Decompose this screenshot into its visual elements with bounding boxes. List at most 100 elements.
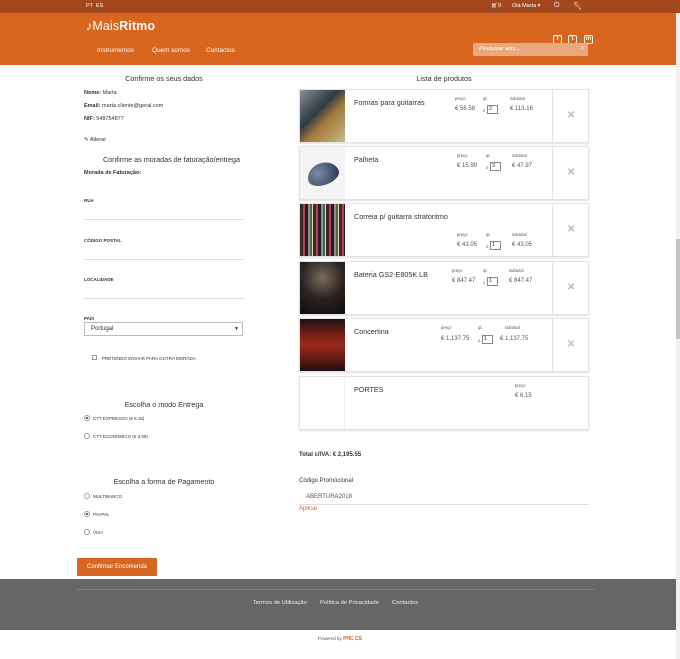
payment-paypal-radio[interactable]: [84, 511, 90, 517]
phc-logo[interactable]: PHC CS: [343, 636, 362, 642]
remove-icon[interactable]: ✕: [567, 282, 575, 293]
name-value: Marta: [102, 90, 117, 96]
scrollbar-track[interactable]: [676, 13, 680, 659]
contacts-link[interactable]: Contactos: [392, 600, 418, 606]
qty-input[interactable]: 1: [482, 335, 493, 344]
product-name[interactable]: Palheta: [354, 155, 378, 164]
remove-icon[interactable]: ✕: [567, 167, 575, 178]
email-label: Email:: [84, 103, 101, 109]
qty-input[interactable]: 1: [487, 277, 498, 286]
codigo-postal-label: CÓDIGO POSTAL: [84, 238, 122, 243]
product-image[interactable]: [300, 90, 345, 142]
remove-icon[interactable]: ✕: [567, 339, 575, 350]
product-card: Palheta preço qt. subtotal € 15.99 x 3 €…: [299, 146, 589, 200]
codigo-postal-input[interactable]: [84, 259, 244, 260]
shipping-price-header: preço: [515, 383, 526, 388]
qty-input[interactable]: 2: [487, 105, 498, 114]
order-total: Total c/IVA: € 2,195.55: [299, 452, 362, 458]
logo[interactable]: ♪MaisRitmo: [86, 19, 155, 33]
country-value: Portugal: [91, 326, 114, 332]
product-image[interactable]: [300, 262, 345, 314]
other-address-checkbox[interactable]: [92, 355, 97, 360]
product-name[interactable]: Concertina: [354, 327, 389, 336]
delivery-economico-label: CTT ECONÓMICO (€ 3.08): [93, 434, 148, 439]
product-image[interactable]: [300, 204, 345, 256]
lang-es-link[interactable]: ES: [96, 3, 103, 9]
product-name[interactable]: Formas para guitarras: [354, 98, 425, 107]
scrollbar-thumb[interactable]: [676, 239, 680, 339]
promo-input[interactable]: ABERTURA2018: [299, 489, 589, 505]
qty-header: qt.: [478, 325, 483, 330]
nav-quem-somos[interactable]: Quem somos: [152, 47, 190, 54]
payment-visa-label: VISA: [93, 530, 104, 535]
subtotal-header: subtotal: [512, 153, 527, 158]
product-price: € 56.58: [455, 106, 476, 112]
qty-header: qt.: [486, 153, 491, 158]
footer: Termos de Utilização Política de Privaci…: [0, 579, 680, 630]
other-address-label: PRETENDO ENVIAR PARA OUTRA MORADA: [102, 356, 196, 361]
product-image[interactable]: [300, 319, 345, 371]
name-row: Nome: Marta: [84, 90, 117, 96]
delivery-economico-radio[interactable]: [84, 433, 90, 439]
remove-icon[interactable]: ✕: [567, 110, 575, 121]
nav-instrumentos[interactable]: Instrumentos: [97, 47, 134, 54]
search-icon[interactable]: ⌕: [581, 45, 584, 52]
edit-icon: ✎: [84, 137, 89, 143]
product-card: Correia p/ guitarra stratoritmo preço qt…: [299, 203, 589, 257]
promo-label: Código Promocional: [299, 478, 354, 484]
subtotal-header: subtotal: [505, 325, 520, 330]
search-placeholder: Pesquisar aqui...: [479, 46, 520, 52]
payment-visa-radio[interactable]: [84, 529, 90, 535]
country-select[interactable]: Portugal ▼: [84, 322, 243, 336]
qty-input[interactable]: 1: [490, 241, 501, 250]
localidade-label: LOCALIDADE: [84, 277, 114, 282]
promo-value: ABERTURA2018: [306, 494, 352, 500]
confirm-order-button[interactable]: Confirmar Encomenda: [77, 558, 157, 576]
wrench-icon[interactable]: 🔧︎: [573, 2, 582, 10]
product-name[interactable]: Bateria GS2-E805K LB: [354, 270, 428, 279]
price-header: preço: [441, 325, 452, 330]
privacy-link[interactable]: Política de Privacidade: [320, 600, 379, 606]
product-list-title: Lista de produtos: [416, 74, 472, 83]
powered-by: Powered by PHC CS: [0, 636, 680, 642]
nif-value: 548754877: [96, 116, 124, 122]
apply-promo-link[interactable]: Aplicar: [299, 506, 317, 512]
payment-paypal-label: PAYPAL: [93, 512, 110, 517]
localidade-input[interactable]: [84, 298, 244, 299]
logo-prefix: Mais: [92, 19, 120, 33]
delivery-title: Escolha o modo Entrega: [124, 400, 204, 409]
payment-multibanco-radio[interactable]: [84, 493, 90, 499]
delivery-express-label: CTT EXPRESSO (€ 6.15): [93, 416, 145, 421]
user-menu[interactable]: Olá Marta ▾: [512, 3, 540, 9]
email-row: Email: marta.cliente@geral.com: [84, 103, 163, 109]
footer-divider: [77, 589, 594, 590]
alter-label: Alterar: [89, 137, 107, 143]
delivery-express-radio[interactable]: [84, 415, 90, 421]
remove-icon[interactable]: ✕: [567, 224, 575, 235]
multiply-icon: x: [483, 280, 486, 285]
power-icon[interactable]: ⏻: [554, 2, 560, 10]
rua-input[interactable]: [84, 219, 244, 220]
lang-pt-link[interactable]: PT: [86, 3, 93, 9]
product-price: € 847.47: [452, 278, 476, 284]
confirm-data-title: Confirme os seus dados: [125, 74, 203, 83]
cart-icon[interactable]: 🛒︎: [491, 3, 498, 9]
nif-row: NIF: 548754877: [84, 116, 124, 122]
product-price: € 1,137.75: [441, 336, 470, 342]
nav-contactos[interactable]: Contactos: [206, 47, 235, 54]
search-input[interactable]: Pesquisar aqui... ⌕: [473, 43, 588, 56]
logo-suffix: Ritmo: [119, 19, 156, 33]
address-title: Confirme as moradas de faturação/entrega: [102, 155, 241, 164]
product-subtotal: € 43.05: [512, 242, 533, 248]
product-name[interactable]: Correia p/ guitarra stratoritmo: [354, 212, 448, 221]
nif-label: NIF:: [84, 116, 95, 122]
cart-count[interactable]: 9: [498, 3, 501, 9]
divider: [552, 147, 553, 199]
pick-shape: [304, 158, 342, 190]
qty-input[interactable]: 3: [490, 162, 501, 171]
product-card: Bateria GS2-E805K LB preço qt. subtotal …: [299, 261, 589, 315]
alter-link[interactable]: ✎ Alterar: [84, 137, 106, 143]
shipping-price: € 6.15: [515, 393, 532, 399]
terms-link[interactable]: Termos de Utilização: [253, 600, 307, 606]
product-image[interactable]: [300, 147, 345, 199]
